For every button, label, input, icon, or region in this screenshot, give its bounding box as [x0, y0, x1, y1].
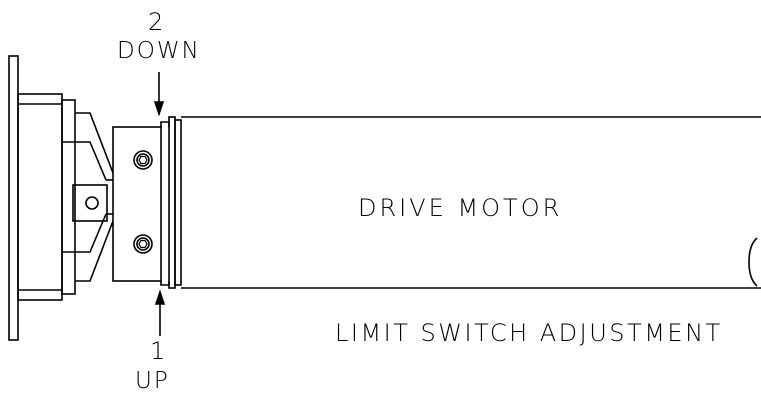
bracket-arm-lower — [75, 220, 114, 282]
down-arrow-number: 2 — [148, 8, 166, 36]
motor-collar-ring — [168, 116, 176, 289]
down-arrow-head — [153, 101, 165, 117]
pivot-block — [72, 184, 108, 222]
limit-screw-up — [133, 234, 153, 254]
bracket-body — [17, 93, 63, 301]
limit-screw-down — [133, 150, 153, 170]
limit-switch-caption: LIMIT SWITCH ADJUSTMENT — [335, 319, 723, 347]
bracket-arm-upper — [75, 112, 114, 174]
up-arrow-number: 1 — [150, 337, 168, 365]
diagram-canvas: 2 DOWN 1 UP DRIVE MOTOR LIMIT SWITCH ADJ… — [0, 0, 761, 395]
mounting-plate — [8, 55, 19, 341]
up-arrow-label: UP — [135, 368, 170, 394]
down-arrow-label: DOWN — [117, 38, 201, 64]
motor-end-bracket — [748, 237, 758, 287]
up-arrow-head — [154, 289, 166, 305]
drive-motor-label: DRIVE MOTOR — [358, 194, 563, 222]
pivot-hole — [85, 196, 99, 210]
adjuster-head — [112, 126, 162, 282]
